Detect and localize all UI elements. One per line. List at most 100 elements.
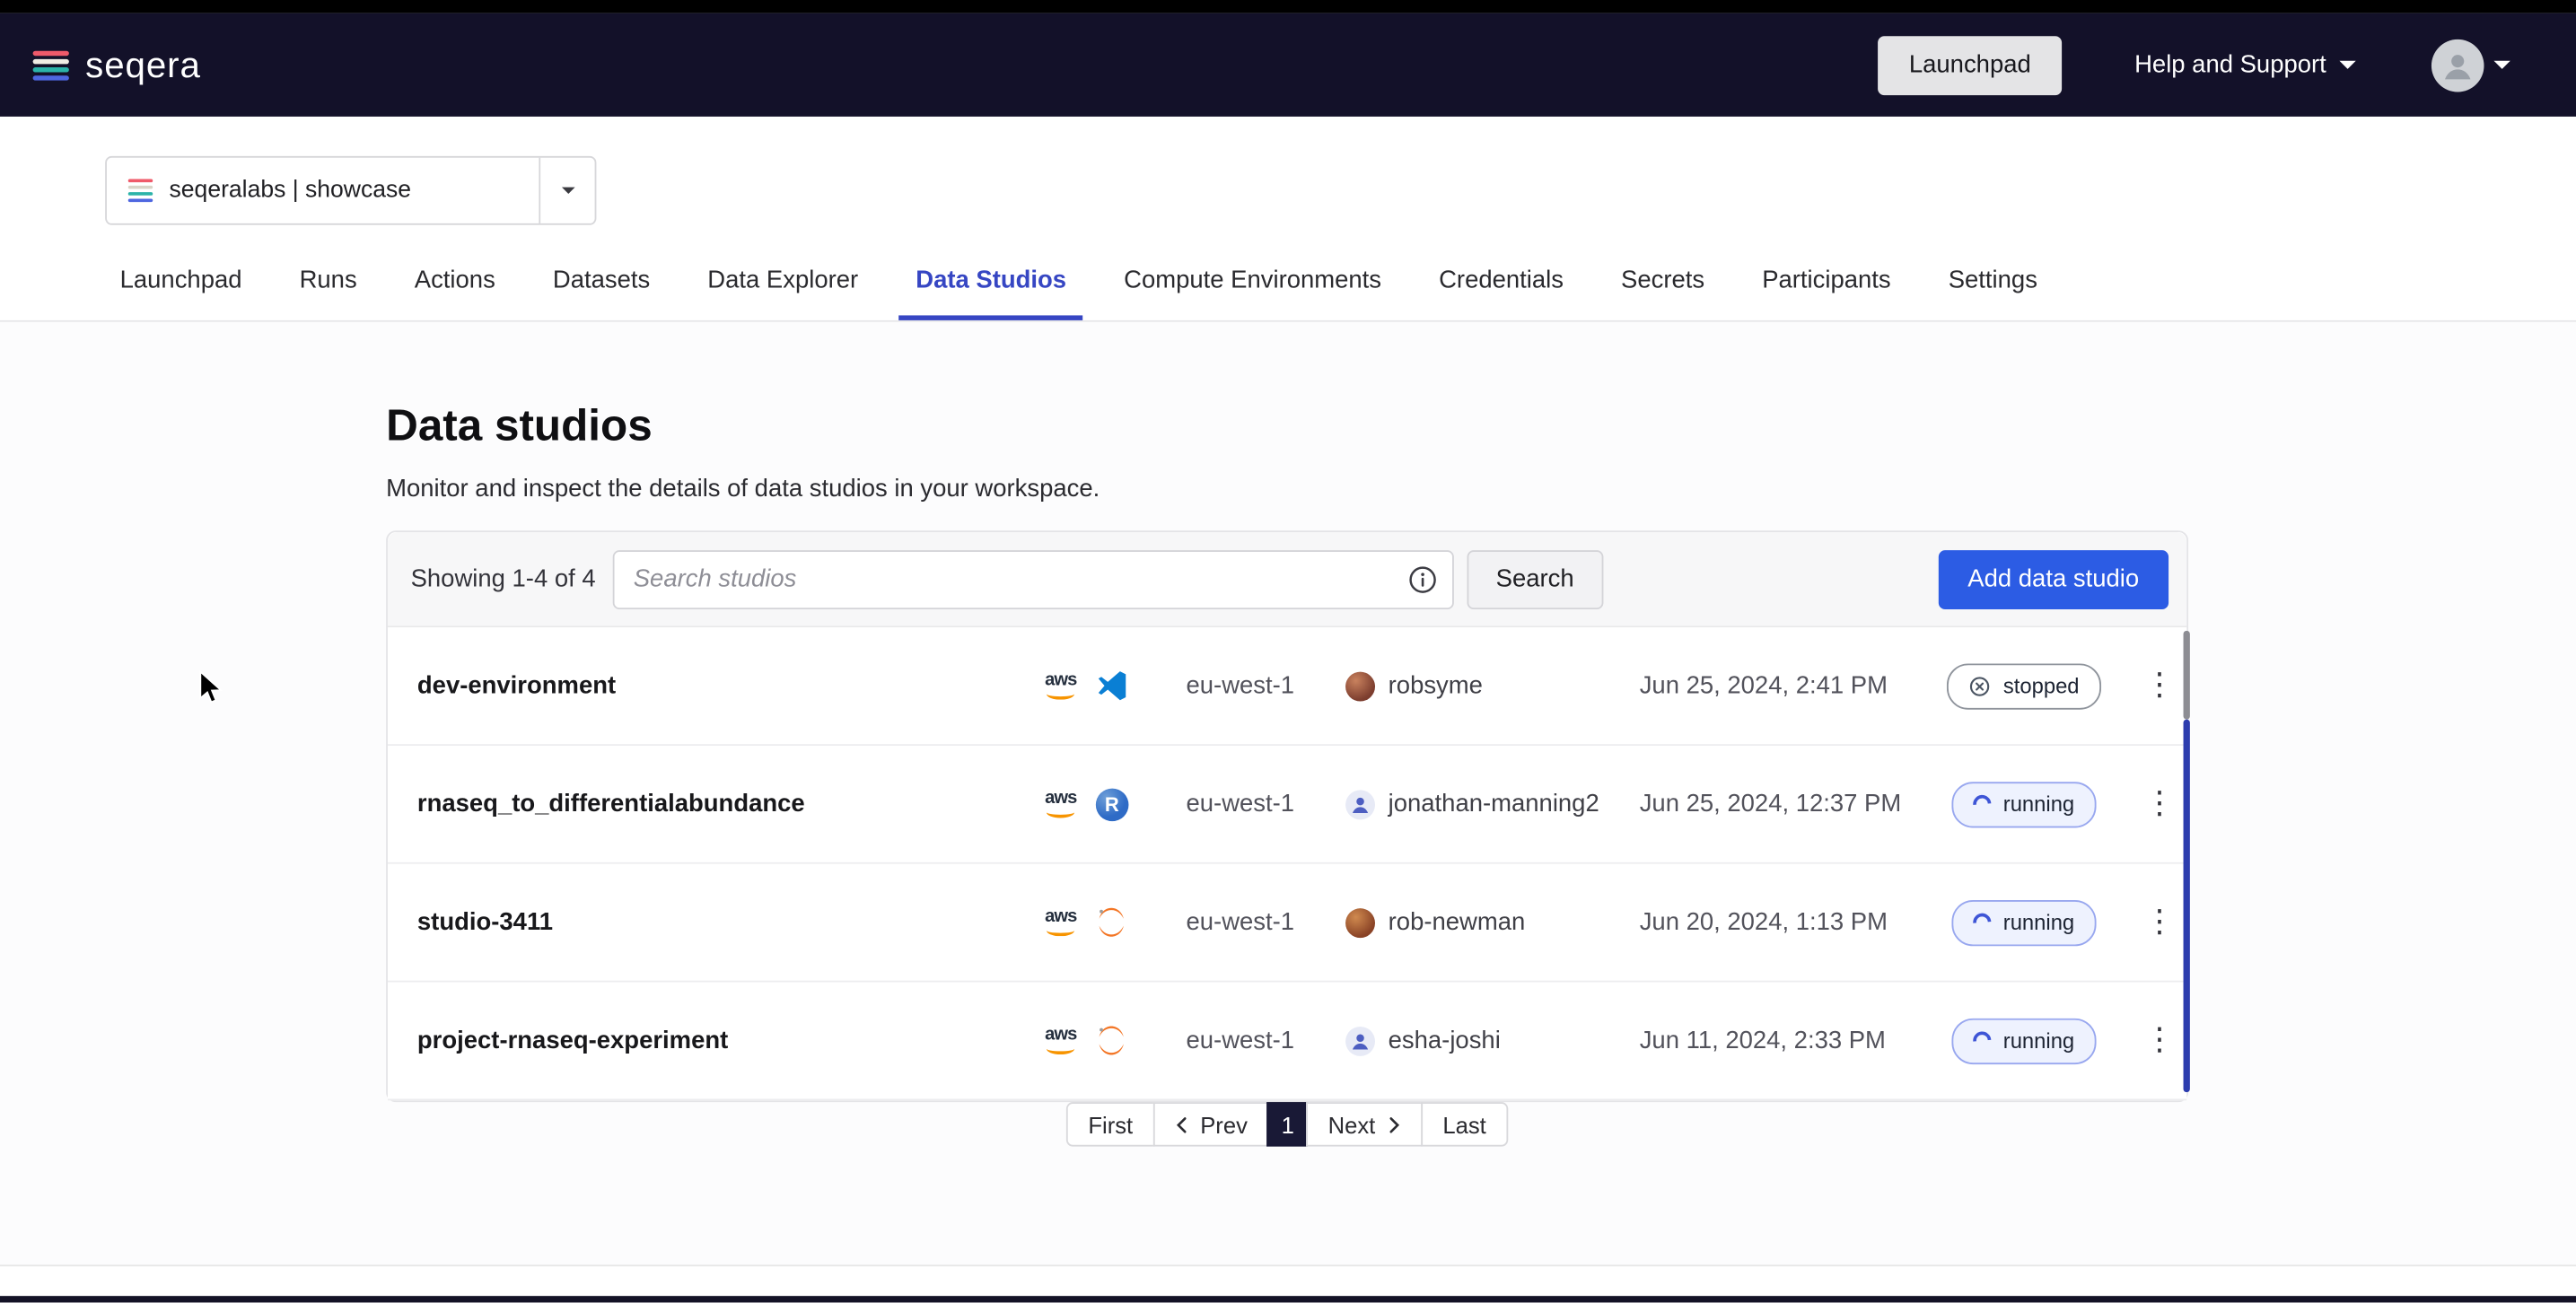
scrollbar-track-accent	[2184, 720, 2190, 1092]
aws-icon: aws	[1045, 672, 1076, 700]
main-content: Data studios Monitor and inspect the det…	[0, 322, 2576, 1265]
spinner-icon	[1970, 1028, 1995, 1053]
status-label: running	[2003, 791, 2074, 816]
seqera-logo[interactable]: seqera	[33, 44, 201, 87]
top-navbar: seqera Launchpad Help and Support	[0, 13, 2576, 117]
prev-label: Prev	[1200, 1111, 1248, 1137]
spinner-icon	[1970, 910, 1995, 935]
tab-secrets[interactable]: Secrets	[1605, 267, 1722, 320]
pagination-page-1[interactable]: 1	[1267, 1102, 1309, 1146]
status-label: stopped	[2003, 673, 2080, 697]
studio-icons: aws	[1045, 669, 1186, 703]
status-cell: running	[1941, 899, 2108, 945]
status-cell: stopped	[1941, 663, 2108, 709]
row-menu-button[interactable]: ⋮	[2144, 670, 2176, 702]
table-row[interactable]: studio-3411 aws eu-west-1 rob-newman	[388, 864, 2186, 983]
date-created: Jun 25, 2024, 2:41 PM	[1640, 672, 1941, 700]
table-toolbar: Showing 1-4 of 4 Search Add data studio	[388, 532, 2186, 627]
status-label: running	[2003, 1028, 2074, 1053]
window-top-strip	[0, 0, 2576, 13]
studio-name[interactable]: dev-environment	[417, 672, 1045, 700]
tab-datasets[interactable]: Datasets	[537, 267, 667, 320]
status-badge: stopped	[1948, 663, 2101, 709]
tab-credentials[interactable]: Credentials	[1423, 267, 1580, 320]
tab-data-explorer[interactable]: Data Explorer	[691, 267, 874, 320]
seqera-logo-icon	[33, 50, 69, 80]
info-icon[interactable]	[1407, 564, 1437, 594]
pagination-last[interactable]: Last	[1422, 1102, 1508, 1146]
tab-participants[interactable]: Participants	[1746, 267, 1907, 320]
tab-data-studios[interactable]: Data Studios	[899, 267, 1082, 320]
status-cell: running	[1941, 1018, 2108, 1063]
tab-actions[interactable]: Actions	[398, 267, 512, 320]
tab-settings[interactable]: Settings	[1932, 267, 2054, 320]
workspace-header: seqeralabs | showcase Launchpad Runs Act…	[0, 117, 2576, 322]
chevron-down-icon	[561, 188, 574, 194]
kebab-cell: ⋮	[2107, 1025, 2186, 1056]
help-and-support-menu[interactable]: Help and Support	[2134, 51, 2356, 79]
table-row[interactable]: project-rnaseq-experiment aws eu-west-1	[388, 983, 2186, 1101]
workspace-name: seqeralabs | showcase	[170, 178, 412, 204]
table-row[interactable]: rnaseq_to_differentialabundance aws R eu…	[388, 746, 2186, 864]
showing-count: Showing 1-4 of 4	[411, 565, 596, 593]
page-title: Data studios	[386, 401, 653, 452]
studio-name[interactable]: studio-3411	[417, 908, 1045, 936]
status-cell: running	[1941, 781, 2108, 826]
person-icon	[1349, 792, 1372, 816]
person-icon	[2440, 47, 2475, 83]
pagination-first[interactable]: First	[1067, 1102, 1154, 1146]
search-wrap	[612, 549, 1453, 608]
pagination: First Prev 1 Next Last	[386, 1102, 2188, 1146]
avatar	[1345, 789, 1375, 818]
status-badge: running	[1952, 781, 2096, 826]
launchpad-button[interactable]: Launchpad	[1878, 35, 2062, 94]
jupyter-icon	[1095, 905, 1129, 940]
chevron-left-icon	[1174, 1115, 1188, 1134]
table-row[interactable]: dev-environment aws eu-west-1 robsyme Ju…	[388, 627, 2186, 746]
status-badge: running	[1952, 1018, 2096, 1063]
footer-divider	[0, 1264, 2576, 1266]
user-cell: jonathan-manning2	[1345, 789, 1640, 818]
user-cell: esha-joshi	[1345, 1026, 1640, 1055]
pagination-next[interactable]: Next	[1307, 1102, 1424, 1146]
user-menu[interactable]	[2431, 39, 2510, 92]
studio-name[interactable]: rnaseq_to_differentialabundance	[417, 790, 1045, 818]
tab-runs[interactable]: Runs	[283, 267, 373, 320]
workspace-tabs: Launchpad Runs Actions Datasets Data Exp…	[103, 267, 2078, 320]
spinner-icon	[1970, 791, 1995, 817]
page-subtitle: Monitor and inspect the details of data …	[386, 475, 1100, 503]
workspace-selector-current[interactable]: seqeralabs | showcase	[107, 158, 539, 223]
studio-icons: aws	[1045, 905, 1186, 940]
region: eu-west-1	[1187, 790, 1346, 818]
studio-name[interactable]: project-rnaseq-experiment	[417, 1027, 1045, 1054]
avatar	[1345, 1026, 1375, 1055]
workspace-dropdown-toggle[interactable]	[539, 158, 594, 223]
row-menu-button[interactable]: ⋮	[2144, 789, 2176, 820]
avatar	[1345, 907, 1375, 937]
row-menu-button[interactable]: ⋮	[2144, 1025, 2176, 1056]
rstudio-icon: R	[1095, 787, 1129, 821]
pagination-prev[interactable]: Prev	[1152, 1102, 1269, 1146]
scrollbar-thumb[interactable]	[2184, 631, 2190, 720]
username: robsyme	[1389, 672, 1483, 700]
chevron-down-icon	[2493, 61, 2510, 69]
kebab-cell: ⋮	[2107, 789, 2186, 820]
chevron-right-icon	[1387, 1115, 1401, 1134]
add-data-studio-button[interactable]: Add data studio	[1938, 549, 2169, 608]
aws-icon: aws	[1045, 1027, 1076, 1054]
seqera-workspace-icon	[128, 179, 153, 203]
jupyter-icon	[1095, 1023, 1129, 1057]
circle-x-icon	[1968, 674, 1992, 697]
status-label: running	[2003, 910, 2074, 934]
search-input[interactable]	[612, 549, 1453, 608]
aws-icon: aws	[1045, 908, 1076, 936]
search-button[interactable]: Search	[1467, 549, 1604, 608]
tab-launchpad[interactable]: Launchpad	[103, 267, 258, 320]
date-created: Jun 25, 2024, 12:37 PM	[1640, 790, 1941, 818]
status-badge: running	[1952, 899, 2096, 945]
help-label: Help and Support	[2134, 51, 2326, 79]
username: jonathan-manning2	[1389, 790, 1599, 818]
row-menu-button[interactable]: ⋮	[2144, 906, 2176, 938]
tab-compute-environments[interactable]: Compute Environments	[1108, 267, 1398, 320]
chevron-down-icon	[2339, 61, 2355, 69]
